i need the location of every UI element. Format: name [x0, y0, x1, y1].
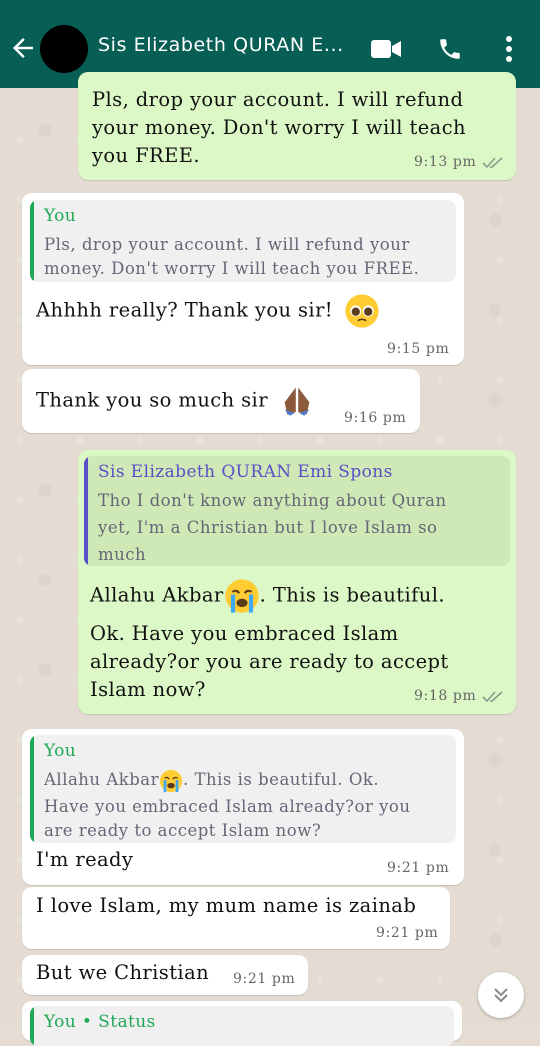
- message-text: I love Islam, my mum name is zainab: [36, 894, 417, 917]
- message-text: Allahu Akbar . This is beautiful.: [90, 578, 445, 614]
- message-text-line: Pls, drop your account. I will refund: [92, 88, 464, 111]
- message-text-line: already?or you are ready to accept: [90, 650, 449, 673]
- contact-name[interactable]: Sis Elizabeth QURAN E...: [98, 34, 358, 64]
- crying-face-emoji-icon: [159, 769, 183, 792]
- message-text-content: Ahhhh really? Thank you sir!: [36, 298, 334, 322]
- quote-author: You: [44, 206, 77, 226]
- back-arrow-icon[interactable]: [8, 33, 38, 63]
- quote-text-line: much: [98, 545, 147, 564]
- message-time: 9:21 pm: [387, 860, 450, 876]
- quote-text-line: yet, I'm a Christian but I love Islam so: [98, 518, 438, 537]
- quote-text-line: Pls, drop your account. I will refund yo…: [44, 235, 410, 254]
- voice-call-icon[interactable]: [437, 36, 463, 62]
- message-bubble-outgoing[interactable]: Pls, drop your account. I will refund yo…: [78, 72, 516, 180]
- message-text-line: your money. Don't worry I will teach: [92, 116, 466, 139]
- message-text-content: Thank you so much sir: [36, 388, 268, 412]
- quoted-message[interactable]: Sis Elizabeth QURAN Emi Spons Tho I don'…: [84, 456, 510, 566]
- message-text-content: Allahu Akbar: [90, 583, 224, 607]
- folded-hands-emoji-icon: [284, 387, 309, 416]
- message-time: 9:16 pm: [344, 410, 407, 426]
- crying-face-emoji-icon: [225, 579, 259, 613]
- quoted-message[interactable]: You Allahu Akbar . This is beautiful. Ok…: [30, 735, 456, 843]
- read-receipt-icon: [482, 157, 503, 169]
- pleading-face-emoji-icon: [345, 294, 379, 328]
- message-text: I'm ready: [36, 848, 134, 871]
- message-text: Ahhhh really? Thank you sir!: [36, 293, 380, 329]
- contact-avatar[interactable]: [40, 25, 88, 73]
- scroll-to-bottom-button[interactable]: [478, 972, 524, 1018]
- quote-text-line: money. Don't worry I will teach you FREE…: [44, 259, 420, 278]
- message-time: 9:21 pm: [233, 971, 296, 987]
- more-options-icon[interactable]: [502, 34, 516, 64]
- quote-accent-bar: [84, 456, 88, 566]
- video-call-icon[interactable]: [370, 38, 402, 60]
- message-text-line: Ok. Have you embraced Islam: [90, 622, 399, 645]
- message-text: Thank you so much sir: [36, 385, 313, 417]
- quote-text-line: are ready to accept Islam now?: [44, 821, 322, 840]
- quote-text-content: Allahu Akbar: [44, 770, 160, 789]
- message-bubble-incoming[interactable]: Thank you so much sir 9:16 pm: [22, 369, 420, 433]
- quote-author: Sis Elizabeth QURAN Emi Spons: [98, 462, 393, 482]
- quote-accent-bar: [30, 1006, 34, 1046]
- message-bubble-outgoing[interactable]: Sis Elizabeth QURAN Emi Spons Tho I don'…: [78, 450, 516, 714]
- message-bubble-incoming[interactable]: But we Christian 9:21 pm: [22, 955, 308, 995]
- quote-author: You: [44, 741, 77, 761]
- double-chevron-down-icon: [494, 988, 508, 1003]
- read-receipt-icon: [482, 691, 503, 703]
- quote-author: You • Status: [44, 1012, 156, 1032]
- message-time: 9:21 pm: [376, 925, 439, 941]
- status-bar: [0, 0, 540, 8]
- message-text: But we Christian: [36, 961, 210, 984]
- message-time: 9:18 pm: [414, 688, 477, 704]
- quote-text-content: . This is beautiful. Ok.: [183, 770, 380, 789]
- message-time: 9:13 pm: [414, 154, 477, 170]
- message-bubble-incoming[interactable]: I love Islam, my mum name is zainab 9:21…: [22, 887, 450, 949]
- message-bubble-incoming[interactable]: You • Status: [22, 1001, 462, 1046]
- quoted-message[interactable]: You Pls, drop your account. I will refun…: [30, 200, 456, 282]
- quote-text-line: Allahu Akbar . This is beautiful. Ok.: [44, 767, 379, 793]
- message-bubble-incoming[interactable]: You Allahu Akbar . This is beautiful. Ok…: [22, 729, 464, 885]
- message-bubble-incoming[interactable]: You Pls, drop your account. I will refun…: [22, 193, 464, 365]
- message-text-content: . This is beautiful.: [259, 583, 445, 607]
- quote-text-line: Tho I don't know anything about Quran: [98, 491, 447, 510]
- quote-accent-bar: [30, 735, 34, 843]
- quoted-message[interactable]: You • Status: [30, 1006, 454, 1046]
- message-text-line: Islam now?: [90, 678, 206, 701]
- quote-accent-bar: [30, 200, 34, 282]
- quote-text-line: Have you embraced Islam already?or you: [44, 797, 411, 816]
- message-text-line: you FREE.: [92, 144, 200, 167]
- message-time: 9:15 pm: [387, 341, 450, 357]
